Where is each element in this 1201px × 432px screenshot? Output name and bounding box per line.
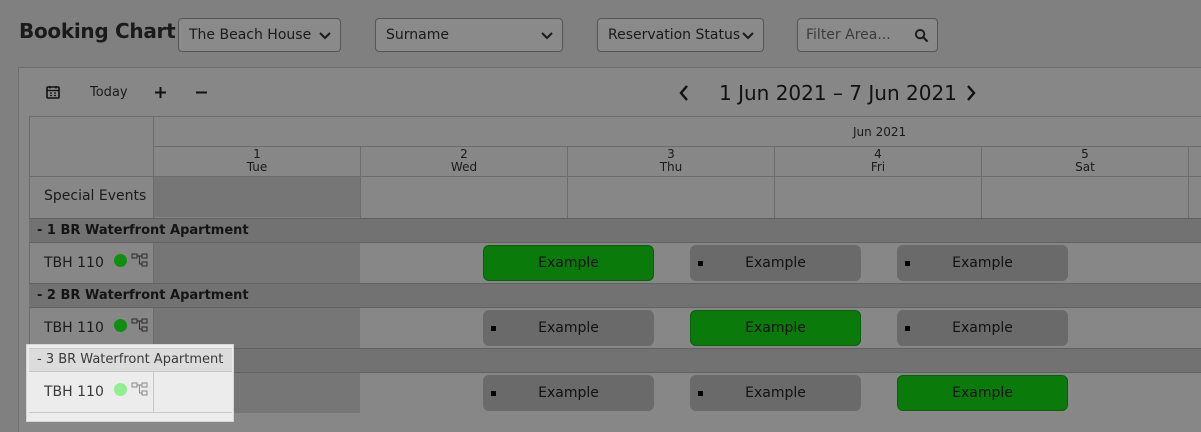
date-range-title: 1 Jun 2021 – 7 Jun 2021 — [719, 81, 957, 105]
grid-line — [29, 116, 1201, 117]
past-day-cell — [154, 243, 360, 283]
top-bar: Booking Chart The Beach House Surname Re… — [0, 0, 1201, 68]
day-name: Tue — [246, 160, 268, 174]
booking-label: Example — [952, 255, 1013, 271]
day-name: Fri — [870, 160, 886, 174]
day-header: 2 Wed — [361, 148, 567, 174]
grid-line — [29, 412, 232, 413]
grid-line — [1188, 146, 1189, 218]
grid-line — [154, 146, 1201, 147]
status-select[interactable]: Reservation Status — [597, 18, 764, 52]
booking-block[interactable]: Example — [897, 310, 1068, 346]
chevron-left-icon[interactable] — [677, 84, 691, 102]
square-icon — [491, 391, 496, 396]
room-group-label[interactable]: - 1 BR Waterfront Apartment — [37, 223, 249, 238]
room-name[interactable]: TBH 110 — [44, 255, 104, 271]
calendar-button[interactable] — [46, 82, 62, 102]
plus-icon — [155, 86, 166, 98]
booking-label: Example — [538, 255, 599, 271]
status-dot-icon — [114, 254, 127, 267]
chevron-down-icon — [319, 32, 331, 40]
zoom-out-button[interactable] — [195, 82, 209, 102]
special-events-label: Special Events — [44, 188, 147, 204]
today-button[interactable]: Today — [90, 82, 128, 102]
chevron-down-icon — [541, 32, 553, 40]
room-group-label[interactable]: - 2 BR Waterfront Apartment — [37, 288, 249, 303]
calendar-icon — [46, 86, 60, 99]
hierarchy-icon[interactable] — [131, 382, 149, 396]
booking-block[interactable]: Example — [690, 310, 861, 346]
filter-area-placeholder: Filter Area... — [806, 27, 891, 43]
day-name: Sat — [1075, 160, 1095, 174]
room-name[interactable]: TBH 110 — [44, 320, 104, 336]
day-header: 4 Fri — [775, 148, 981, 174]
square-icon — [905, 326, 910, 331]
day-header: 1 Tue — [154, 148, 360, 174]
booking-block[interactable]: Example — [483, 375, 654, 411]
booking-label: Example — [745, 255, 806, 271]
booking-block[interactable]: Example — [690, 375, 861, 411]
filter-area-input[interactable]: Filter Area... — [797, 18, 938, 52]
special-events-past-cell — [154, 177, 360, 217]
month-header: Jun 2021 — [853, 125, 907, 139]
sort-select-value: Surname — [386, 27, 449, 43]
status-select-value: Reservation Status — [608, 27, 741, 43]
booking-block[interactable]: Example — [483, 310, 654, 346]
hierarchy-icon[interactable] — [131, 253, 149, 267]
day-name: Wed — [450, 160, 478, 174]
status-dot-icon — [114, 319, 127, 332]
property-select[interactable]: The Beach House — [178, 18, 341, 52]
room-group-label[interactable]: - 3 BR Waterfront Apartment — [37, 352, 223, 367]
square-icon — [491, 326, 496, 331]
sort-select[interactable]: Surname — [375, 18, 563, 52]
page-title: Booking Chart — [19, 19, 176, 43]
square-icon — [698, 261, 703, 266]
grid-line — [153, 372, 154, 412]
booking-label: Example — [745, 385, 806, 401]
booking-label: Example — [745, 320, 806, 336]
property-select-value: The Beach House — [189, 27, 312, 43]
day-name: Thu — [659, 160, 683, 174]
hierarchy-icon[interactable] — [131, 318, 149, 332]
room-name[interactable]: TBH 110 — [44, 384, 104, 400]
booking-label: Example — [538, 320, 599, 336]
booking-block[interactable]: Example — [690, 245, 861, 281]
booking-label: Example — [952, 320, 1013, 336]
square-icon — [698, 391, 703, 396]
search-icon[interactable] — [914, 28, 929, 43]
square-icon — [905, 261, 910, 266]
day-header: 3 Thu — [568, 148, 774, 174]
minus-icon — [196, 91, 207, 93]
chevron-down-icon — [742, 32, 754, 40]
booking-label: Example — [538, 385, 599, 401]
booking-block[interactable]: Example — [897, 375, 1068, 411]
zoom-in-button[interactable] — [154, 82, 168, 102]
chevron-right-icon[interactable] — [964, 84, 978, 102]
booking-label: Example — [952, 385, 1013, 401]
booking-block[interactable]: Example — [483, 245, 654, 281]
status-dot-icon — [114, 383, 127, 396]
day-header: 5 Sat — [982, 148, 1188, 174]
past-day-cell — [154, 308, 360, 348]
booking-block[interactable]: Example — [897, 245, 1068, 281]
